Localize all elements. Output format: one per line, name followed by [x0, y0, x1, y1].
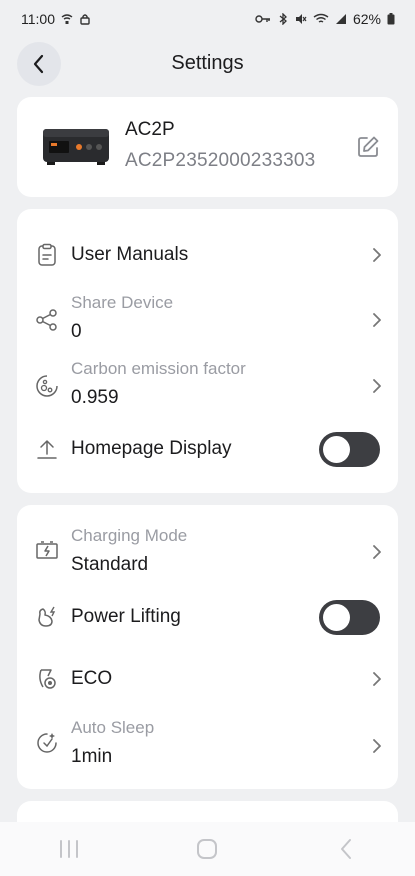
page-title: Settings: [171, 52, 244, 74]
status-bar: 11:00 62%: [0, 0, 415, 38]
manual-icon: [38, 243, 56, 266]
homepage-display-toggle[interactable]: [319, 432, 380, 467]
recent-apps-button[interactable]: [54, 836, 84, 862]
charging-mode-row[interactable]: Charging Mode Standard: [17, 521, 398, 579]
toggle-knob: [323, 604, 350, 631]
user-manuals-row[interactable]: User Manuals: [17, 231, 398, 281]
bluetooth-icon: [279, 13, 287, 25]
system-nav-bar: [0, 822, 415, 876]
device-image: [43, 129, 109, 165]
power-lifting-toggle[interactable]: [319, 600, 380, 635]
share-device-row[interactable]: Share Device 0: [17, 291, 398, 349]
system-back-button[interactable]: [331, 836, 361, 862]
upload-icon: [37, 440, 57, 459]
auto-sleep-label: Auto Sleep: [71, 718, 155, 737]
header: Settings: [0, 38, 415, 90]
auto-sleep-row[interactable]: Auto Sleep 1min: [17, 713, 398, 773]
auto-sleep-value: 1min: [71, 746, 113, 767]
signal-icon: [335, 14, 346, 24]
carbon-emission-label: Carbon emission factor: [71, 359, 246, 378]
battery-icon: [387, 13, 395, 25]
homepage-display-row: Homepage Display: [17, 425, 398, 475]
home-button[interactable]: [192, 836, 222, 862]
battery-percent: 62%: [352, 11, 381, 27]
carbon-emission-row[interactable]: Carbon emission factor 0.959: [17, 357, 398, 415]
homepage-display-label: Homepage Display: [71, 438, 232, 459]
wifi-lock-icon: [61, 14, 73, 24]
wifi-icon: [313, 13, 329, 23]
charging-icon: [36, 541, 58, 559]
status-time: 11:00: [21, 11, 55, 27]
device-name: AC2P: [125, 119, 175, 140]
charging-mode-label: Charging Mode: [71, 526, 188, 545]
share-device-value: 0: [71, 321, 82, 342]
carbon-icon: [36, 375, 58, 397]
key-icon: [255, 15, 270, 23]
chevron-right-icon: [373, 313, 381, 327]
chevron-right-icon: [373, 248, 381, 262]
chevron-right-icon: [373, 739, 381, 753]
eco-icon: [39, 669, 56, 689]
chevron-right-icon: [373, 672, 381, 686]
power-lifting-icon: [38, 606, 56, 627]
user-manuals-label: User Manuals: [71, 244, 189, 265]
chevron-right-icon: [373, 545, 381, 559]
charging-mode-value: Standard: [71, 554, 149, 575]
device-card[interactable]: AC2P AC2P2352000233303: [17, 97, 398, 197]
recents-icon: [60, 840, 79, 858]
power-lifting-row: Power Lifting: [17, 593, 398, 641]
eco-row[interactable]: ECO: [17, 655, 398, 703]
device-serial: AC2P2352000233303: [125, 150, 316, 171]
settings-section-2: Charging Mode Standard Power Lifting ECO…: [17, 505, 398, 789]
home-icon: [197, 839, 218, 859]
sleep-icon: [37, 733, 57, 753]
lock-icon: [80, 14, 90, 25]
mute-icon: [295, 14, 307, 24]
power-lifting-label: Power Lifting: [71, 606, 181, 627]
chevron-right-icon: [373, 379, 381, 393]
share-icon: [36, 309, 57, 331]
carbon-emission-value: 0.959: [71, 387, 119, 408]
back-icon: [340, 839, 351, 859]
toggle-knob: [323, 436, 350, 463]
edit-icon[interactable]: [356, 135, 380, 159]
settings-section-1: User Manuals Share Device 0 Carbon emiss…: [17, 209, 398, 493]
share-device-label: Share Device: [71, 293, 174, 312]
eco-label: ECO: [71, 668, 113, 689]
